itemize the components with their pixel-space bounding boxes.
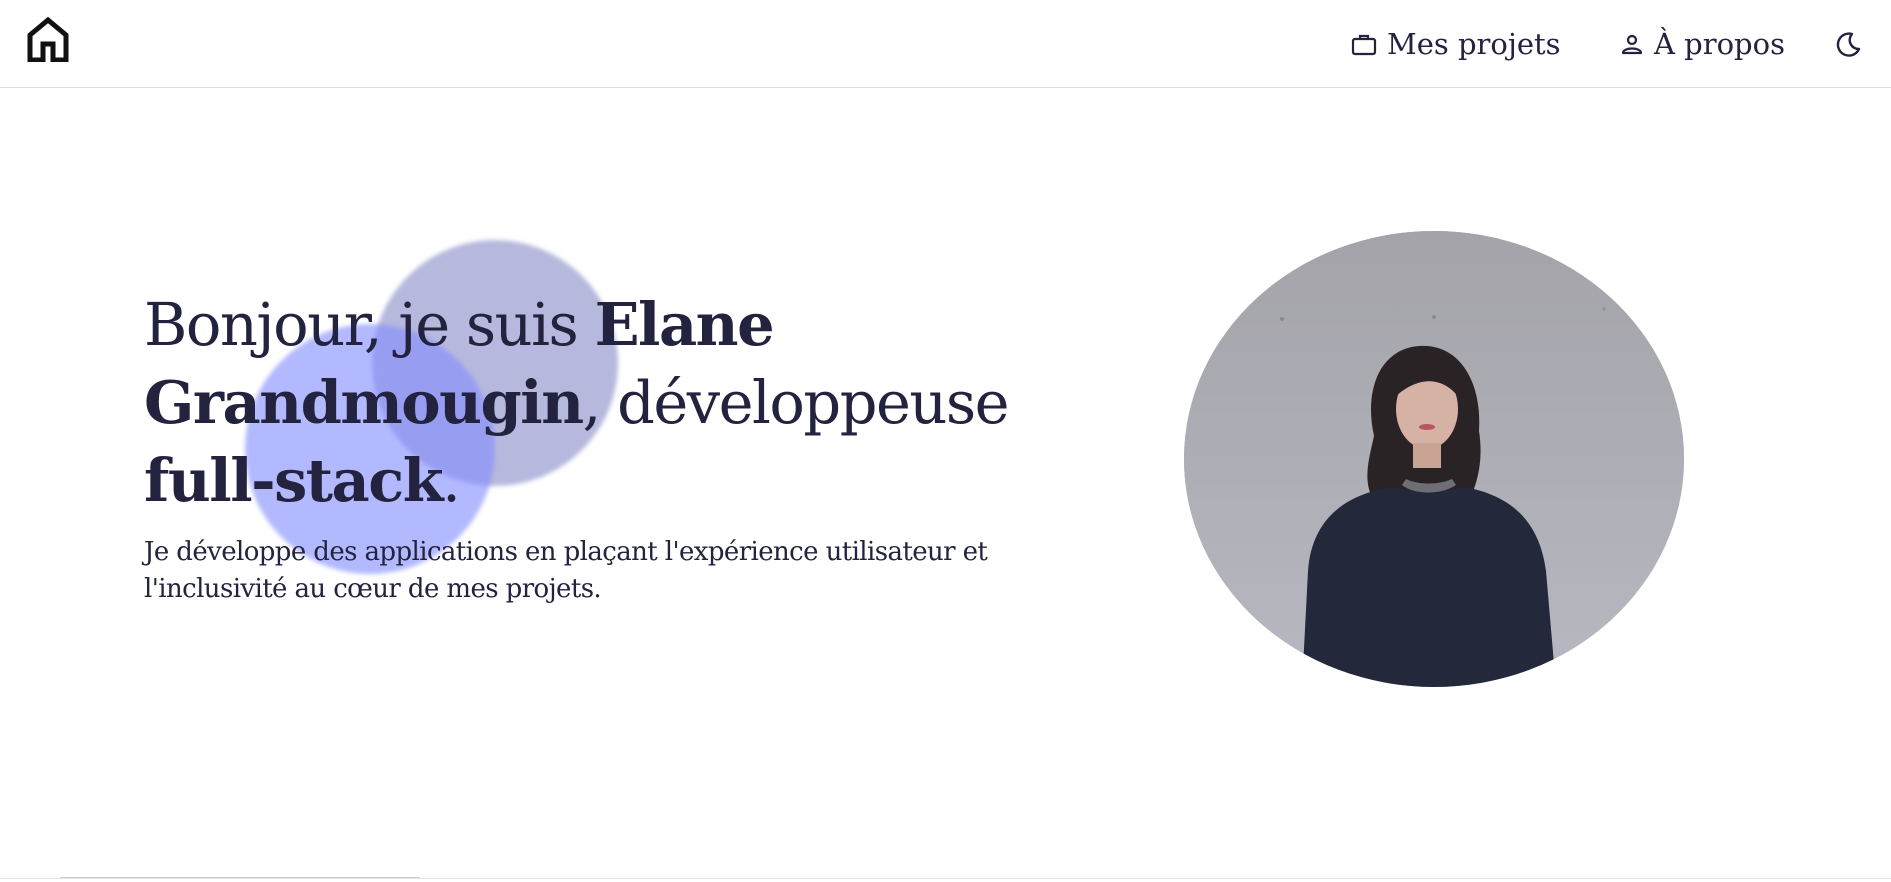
headline-greeting: Bonjour, je suis: [144, 290, 595, 359]
top-navbar: Mes projets À propos: [0, 0, 1891, 88]
user-icon: [1620, 32, 1644, 56]
headline-first-name: Elane: [594, 290, 775, 359]
hero-headline: Bonjour, je suis Elane Grandmougin, dével…: [144, 286, 1024, 520]
headline-period: .: [442, 446, 461, 515]
headline-role: full-stack: [144, 446, 444, 515]
headline-last-name: Grandmougin: [144, 368, 584, 437]
nav-projects-link[interactable]: Mes projets: [1351, 24, 1561, 64]
briefcase-icon: [1351, 32, 1377, 56]
hero-text: Bonjour, je suis Elane Grandmougin, dével…: [144, 286, 1024, 608]
headline-role-intro: , développeuse: [582, 368, 1010, 437]
profile-photo: [1184, 231, 1684, 687]
home-link[interactable]: [26, 16, 70, 63]
hero-section: Bonjour, je suis Elane Grandmougin, dével…: [0, 88, 1891, 878]
nav-about-link[interactable]: À propos: [1620, 24, 1785, 64]
hero-subtitle: Je développe des applications en plaçant…: [144, 537, 988, 604]
theme-toggle-button[interactable]: [1834, 30, 1862, 58]
nav-projects-label: Mes projets: [1387, 27, 1561, 61]
footer-divider: [0, 878, 1891, 879]
home-icon: [27, 16, 69, 63]
footer-divider-accent: [60, 877, 420, 878]
moon-icon: [1836, 32, 1861, 57]
nav-about-label: À propos: [1654, 27, 1785, 61]
